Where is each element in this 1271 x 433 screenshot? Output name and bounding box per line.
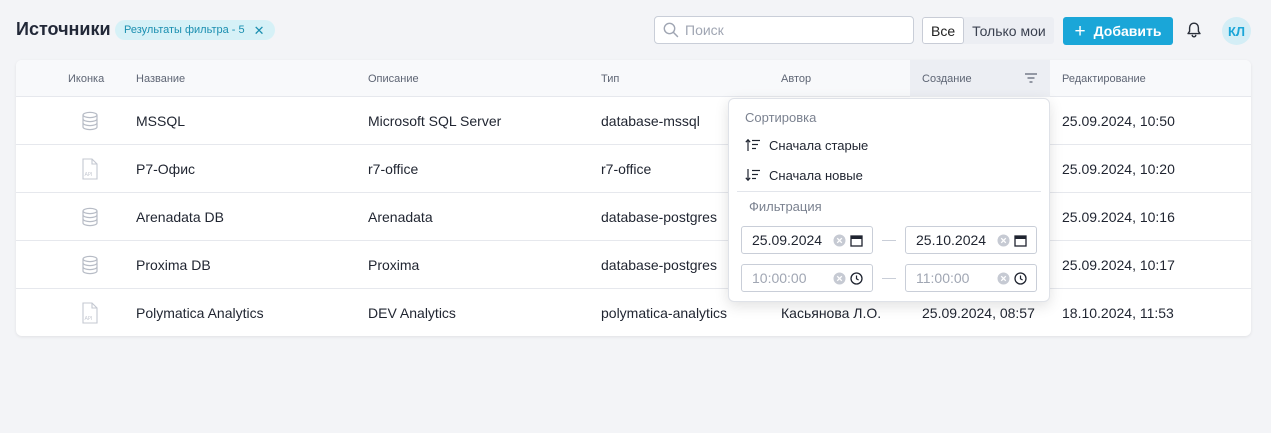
database-icon [80,193,100,241]
cell-name: Proxima DB [136,257,211,273]
column-header-icon: Иконка [68,72,105,85]
api-file-icon: API [80,145,100,193]
cell-description: Microsoft SQL Server [368,113,502,129]
toggle-mine-button[interactable]: Только мои [964,17,1054,44]
date-to-field[interactable]: 25.10.2024 [905,226,1037,254]
user-avatar[interactable]: КЛ [1222,17,1251,45]
table-row[interactable]: MSSQL Microsoft SQL Server database-mssql 2… [16,97,1251,145]
plus-icon: + [1074,20,1086,42]
filter-results-chip: Результаты фильтра - 5 ✕ [115,20,275,40]
close-icon[interactable]: ✕ [254,24,265,37]
calendar-icon[interactable] [1014,234,1027,247]
time-from-value: 10:00:00 [752,270,807,286]
date-to-value: 25.10.2024 [916,232,987,248]
cell-name: Polymatica Analytics [136,305,264,321]
cell-edited: 18.10.2024, 11:53 [1062,305,1174,321]
cell-edited: 25.09.2024, 10:20 [1062,161,1175,177]
database-icon [80,241,100,289]
cell-description: DEV Analytics [368,305,456,321]
filter-section-title: Фильтрация [749,199,822,214]
cell-name: Р7-Офис [136,161,196,177]
table-row[interactable]: Proxima DB Proxima database-postgres 25.09.… [16,241,1251,289]
cell-description: r7-office [368,161,419,177]
database-icon [80,97,100,145]
column-header-created-label: Создание [922,72,972,85]
time-from-field[interactable]: 10:00:00 [741,264,873,292]
date-from-field[interactable]: 25.09.2024 [741,226,873,254]
column-header-created[interactable]: Создание [910,60,1050,97]
search-input[interactable] [685,22,905,38]
clock-icon[interactable] [850,272,863,285]
clear-icon[interactable] [833,272,846,285]
ownership-toggle: Все Только мои [922,17,1054,44]
column-header-author[interactable]: Автор [781,60,811,97]
table-header: Иконка Название Описание Тип Автор Созда… [16,60,1251,97]
time-to-value: 11:00:00 [916,270,970,286]
page-title: Источники [16,19,111,39]
created-column-dropdown: Сортировка Сначала старые Сначала новые … [728,98,1050,302]
toggle-all-button[interactable]: Все [922,17,965,44]
search-box[interactable] [654,16,914,44]
clear-icon[interactable] [833,234,846,247]
svg-text:API: API [85,172,93,178]
cell-type: database-postgres [601,209,717,225]
page-header: Источники Результаты фильтра - 5 ✕ Все Т… [0,0,1271,60]
sort-newest-option[interactable]: Сначала новые [745,164,863,186]
cell-type: database-mssql [601,113,700,129]
time-to-field[interactable]: 11:00:00 [905,264,1037,292]
cell-edited: 25.09.2024, 10:50 [1062,113,1175,129]
cell-edited: 25.09.2024, 10:16 [1062,209,1175,225]
sort-section-title: Сортировка [745,110,817,125]
cell-name: MSSQL [136,113,186,129]
clear-icon[interactable] [997,234,1010,247]
cell-edited: 25.09.2024, 10:17 [1062,257,1175,273]
sort-newest-label: Сначала новые [769,167,863,183]
date-from-value: 25.09.2024 [752,232,823,248]
dropdown-divider [737,191,1041,192]
cell-description: Arenadata [368,209,433,225]
column-header-type[interactable]: Тип [601,60,619,97]
time-range-dash [882,278,896,279]
search-icon [663,22,679,38]
clear-icon[interactable] [997,272,1010,285]
add-button-label: Добавить [1093,23,1162,39]
sort-ascending-icon [745,138,760,151]
sources-table: Иконка Название Описание Тип Автор Созда… [16,60,1251,336]
clock-icon[interactable] [1014,272,1027,285]
svg-text:API: API [85,316,93,322]
filter-chip-label: Результаты фильтра - 5 [124,24,245,36]
sort-oldest-option[interactable]: Сначала старые [745,134,868,156]
column-header-description[interactable]: Описание [368,60,419,97]
sort-descending-icon [745,169,760,182]
column-header-edited[interactable]: Редактирование [1062,60,1146,97]
column-header-name[interactable]: Название [136,60,185,97]
cell-type: r7-office [601,161,652,177]
table-row[interactable]: Arenadata DB Arenadata database-postgres 25… [16,193,1251,241]
cell-type: database-postgres [601,257,717,273]
api-file-icon: API [80,289,100,336]
sort-oldest-label: Сначала старые [769,137,869,153]
cell-type: polymatica-analytics [601,305,728,321]
table-row[interactable]: API Р7-Офис r7-office r7-office 25.09.2024, … [16,145,1251,193]
cell-description: Proxima [368,257,420,273]
filter-icon[interactable] [1024,72,1038,84]
table-row[interactable]: API Polymatica Analytics DEV Analytics poly… [16,289,1251,336]
add-source-button[interactable]: + Добавить [1063,17,1173,45]
bell-icon[interactable] [1185,21,1203,39]
cell-name: Arenadata DB [136,209,224,225]
calendar-icon[interactable] [850,234,863,247]
date-range-dash [882,240,896,241]
